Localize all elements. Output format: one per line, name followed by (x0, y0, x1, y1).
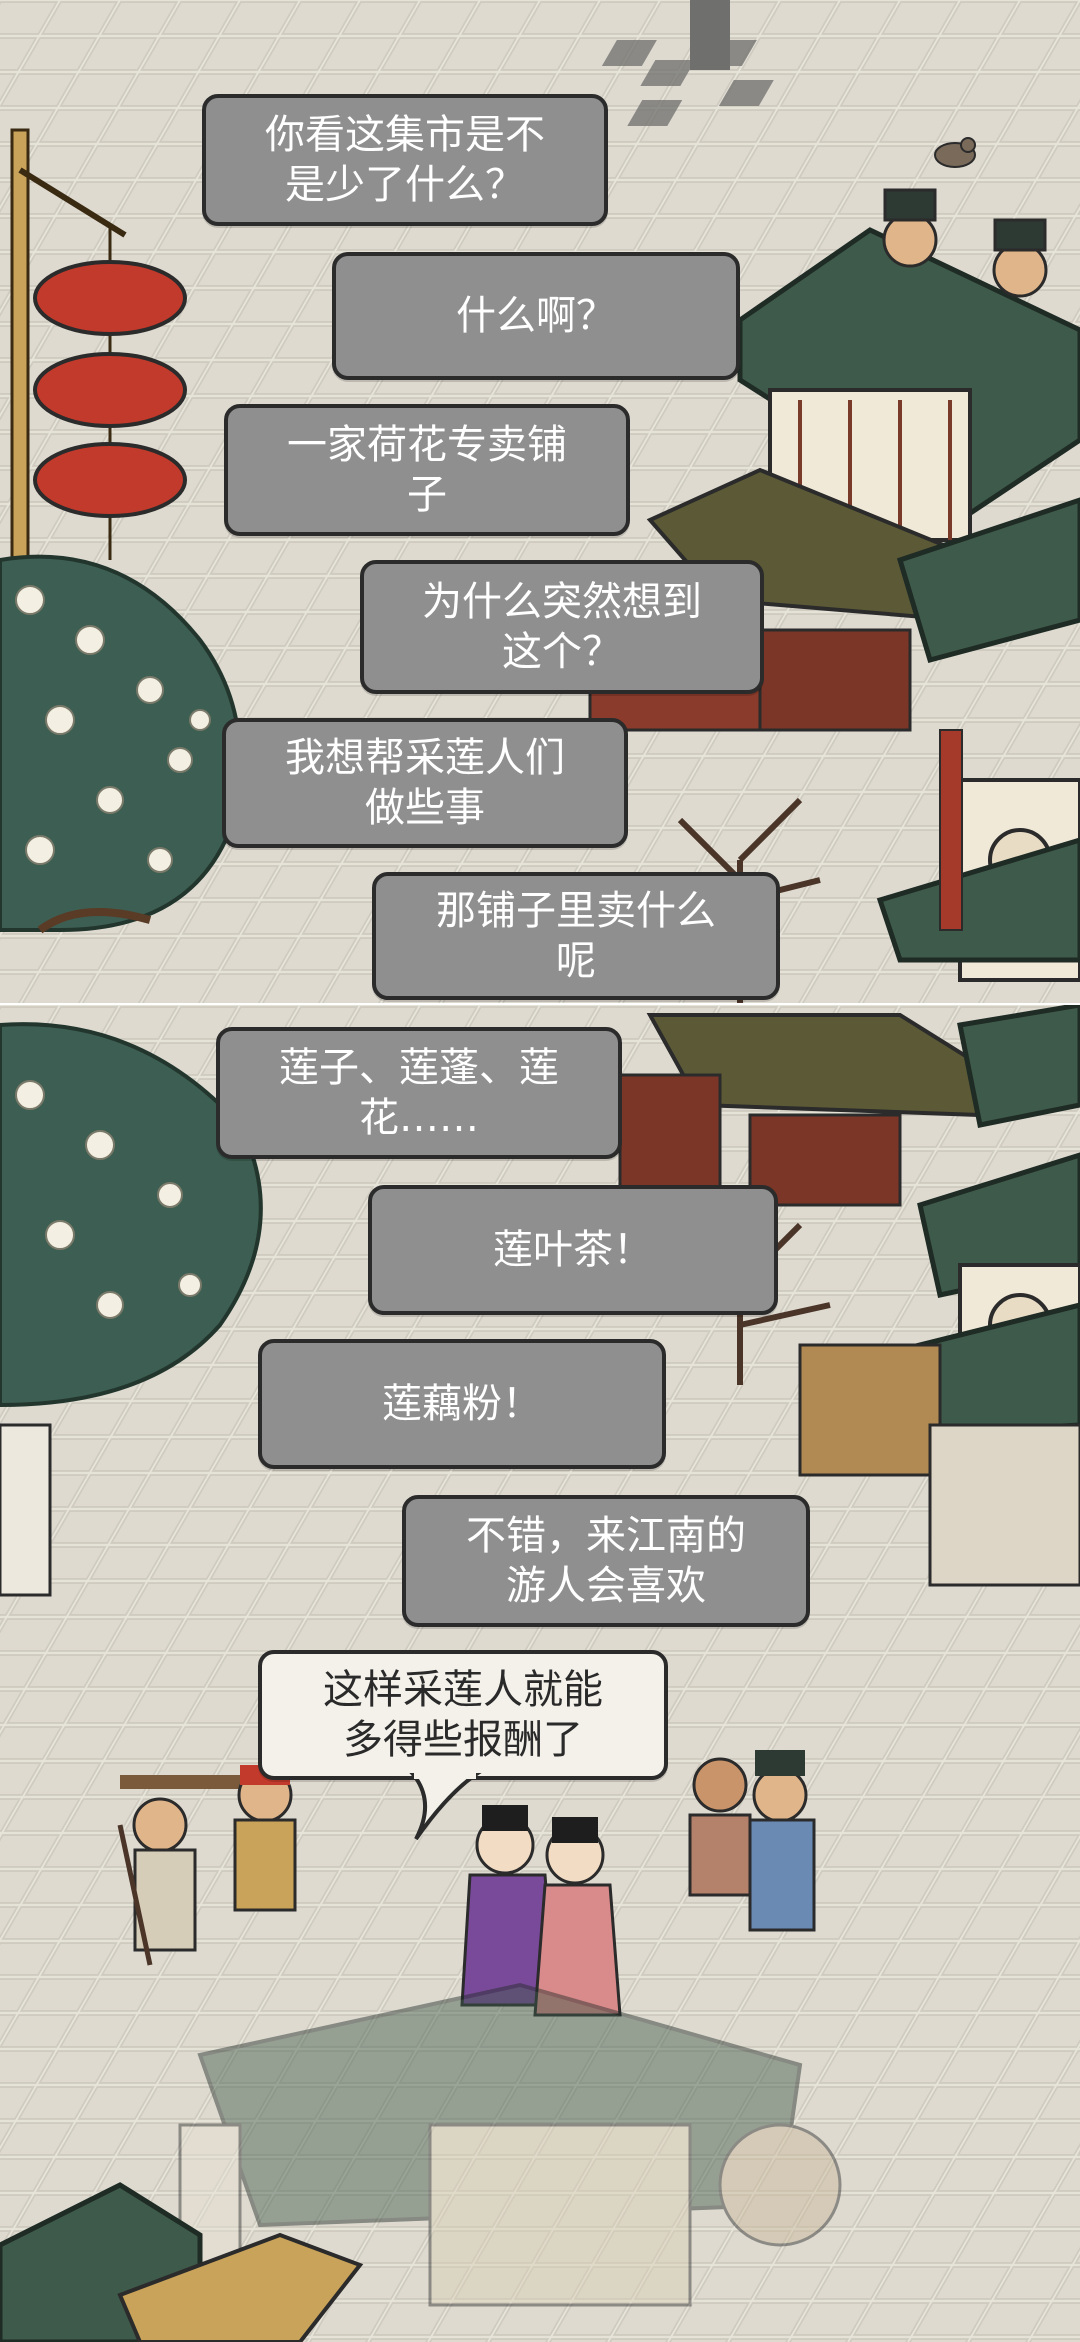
dialogue-bubble-3[interactable]: 一家荷花专卖铺 子 (224, 404, 630, 536)
merchant-character (233, 1765, 297, 1912)
dialogue-bubble-2[interactable]: 什么啊？ (332, 252, 740, 380)
dialogue-bubble-8[interactable]: 莲叶茶！ (368, 1185, 778, 1315)
dialogue-bubble-6[interactable]: 那铺子里卖什么 呢 (372, 872, 780, 1000)
dialogue-bubble-7[interactable]: 莲子、莲蓬、莲 花…… (216, 1027, 622, 1159)
dialogue-bubble-1[interactable]: 你看这集市是不 是少了什么？ (202, 94, 608, 226)
farmer-character (688, 1757, 752, 1897)
dialogue-bubble-9[interactable]: 莲藕粉！ (258, 1339, 666, 1469)
bottom-panel: 莲子、莲蓬、莲 花…… 莲叶茶！ 莲藕粉！ 不错，来江南的 游人会喜欢 这样采莲… (0, 1005, 1080, 2342)
red-umbrella-icon (33, 260, 187, 518)
speech-bubble-tail (409, 1773, 482, 1841)
stone-post (690, 0, 730, 70)
dialogue-bubble-5[interactable]: 我想帮采莲人们 做些事 (222, 718, 628, 848)
top-panel: 你看这集市是不 是少了什么？ 什么啊？ 一家荷花专卖铺 子 为什么突然想到 这个… (0, 0, 1080, 1005)
dialogue-bubble-10[interactable]: 不错，来江南的 游人会喜欢 (402, 1495, 810, 1627)
speech-bubble[interactable]: 这样采莲人就能 多得些报酬了 (258, 1650, 668, 1780)
dialogue-bubble-4[interactable]: 为什么突然想到 这个？ (360, 560, 764, 694)
